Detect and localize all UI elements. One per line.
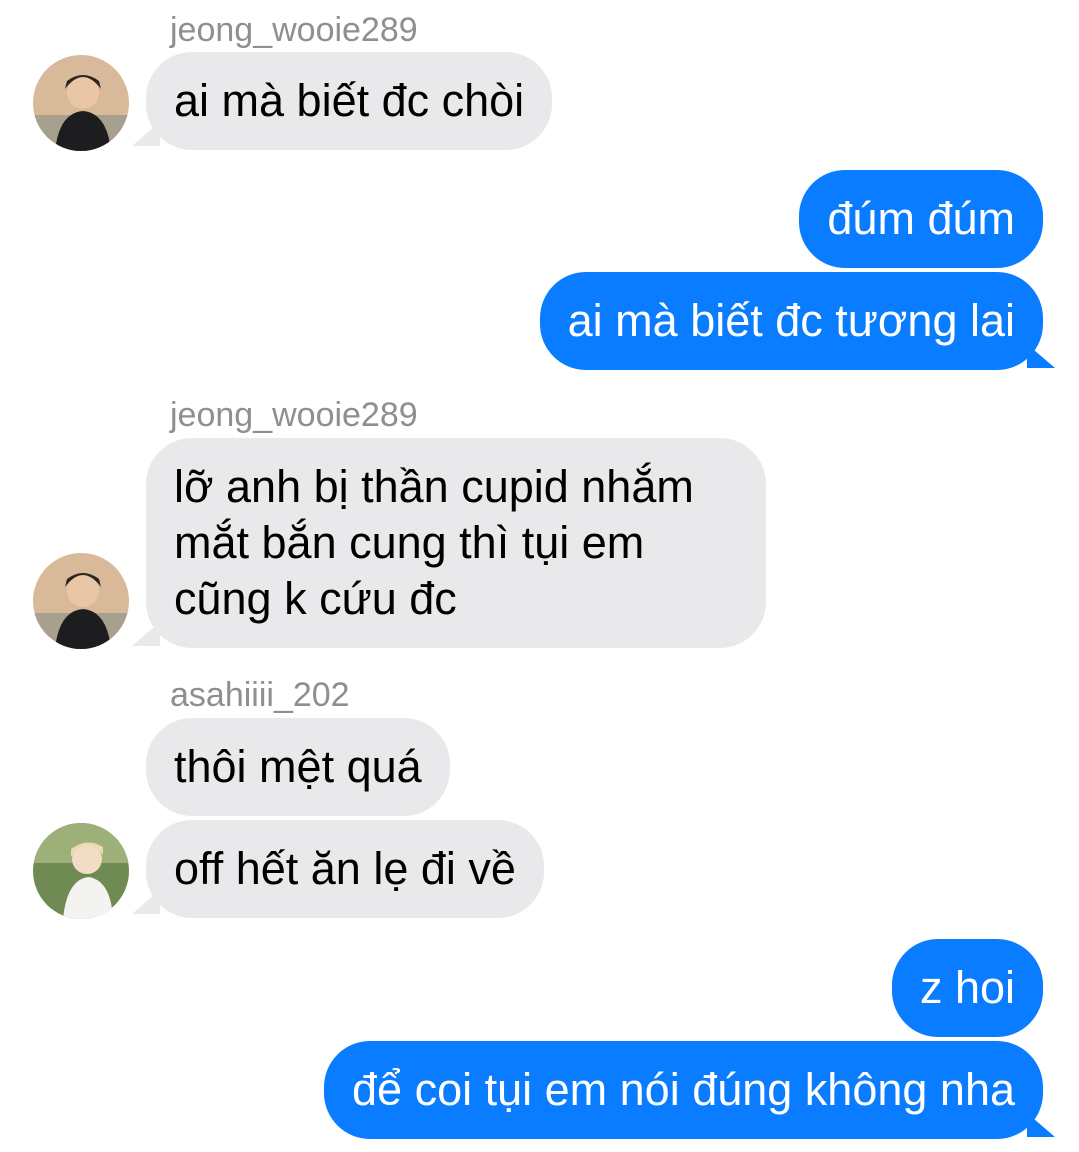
message-text: ai mà biết đc tương lai: [567, 295, 1015, 346]
avatar[interactable]: [33, 553, 129, 649]
message-bubble-incoming[interactable]: lỡ anh bị thần cupid nhắm mắt bắn cung t…: [146, 438, 766, 648]
profile-photo-icon: [33, 553, 129, 649]
sender-name: asahiiii_202: [170, 676, 350, 714]
message-text: đúm đúm: [827, 193, 1015, 244]
message-bubble-incoming[interactable]: off hết ăn lẹ đi về: [146, 820, 544, 918]
bubble-tail: [132, 890, 160, 914]
profile-photo-icon: [33, 823, 129, 919]
message-text-line: lỡ anh bị thần cupid nhắm: [174, 461, 694, 512]
sender-name: jeong_wooie289: [170, 396, 418, 434]
avatar[interactable]: [33, 55, 129, 151]
avatar[interactable]: [33, 823, 129, 919]
message-bubble-incoming[interactable]: ai mà biết đc chòi: [146, 52, 553, 150]
message-bubble-outgoing[interactable]: đúm đúm: [799, 170, 1043, 268]
message-text-line: mắt bắn cung thì tụi em: [174, 517, 645, 568]
message-bubble-incoming[interactable]: thôi mệt quá: [146, 718, 450, 816]
message-text: z hoi: [919, 962, 1015, 1013]
message-text: để coi tụi em nói đúng không nha: [352, 1064, 1015, 1115]
message-text: thôi mệt quá: [174, 741, 422, 792]
profile-photo-icon: [33, 55, 129, 151]
bubble-tail: [132, 122, 160, 146]
message-text: off hết ăn lẹ đi về: [174, 843, 516, 894]
bubble-tail: [1027, 1113, 1055, 1137]
bubble-tail: [132, 622, 160, 646]
message-bubble-outgoing[interactable]: ai mà biết đc tương lai: [539, 272, 1043, 370]
message-text-line: cũng k cứu đc: [174, 573, 457, 624]
message-text: ai mà biết đc chòi: [174, 75, 525, 126]
message-bubble-outgoing[interactable]: để coi tụi em nói đúng không nha: [324, 1041, 1043, 1139]
bubble-tail: [1027, 344, 1055, 368]
message-bubble-outgoing[interactable]: z hoi: [891, 939, 1043, 1037]
sender-name: jeong_wooie289: [170, 11, 418, 49]
